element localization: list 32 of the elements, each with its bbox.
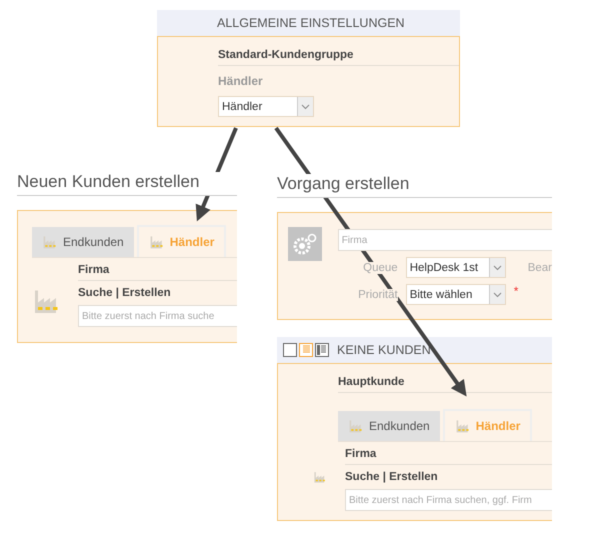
layout-icon[interactable]	[315, 343, 329, 357]
section-header: KEINE KUNDEN	[277, 337, 552, 363]
tab[interactable]: Endkunden	[32, 227, 134, 257]
company-search-field[interactable]: Bitte zuerst nach Firma suchen, ggf. Firm	[345, 489, 552, 511]
current-value: Händler	[218, 74, 264, 88]
factory-icon	[313, 470, 327, 484]
customer-group-select[interactable]: Händler	[218, 96, 314, 117]
layout-icon[interactable]	[283, 343, 297, 357]
gears-icon	[288, 227, 322, 261]
factory-icon	[42, 234, 58, 250]
field-label: Firma	[78, 264, 237, 281]
search-create-label: Suche | Erstellen	[78, 287, 172, 299]
dropdown[interactable]: Bitte wählen	[406, 284, 506, 305]
dropdown[interactable]: HelpDesk 1st	[406, 257, 506, 278]
factory-icon	[454, 418, 471, 434]
page-title: Vorgang erstellen	[277, 174, 552, 198]
section-header: ALLGEMEINE EINSTELLUNGEN	[157, 10, 460, 36]
chevron-icon	[488, 258, 505, 277]
chevron-icon	[488, 285, 505, 304]
search-create-label: Suche | Erstellen	[345, 471, 439, 483]
field-label: Hauptkunde	[338, 376, 552, 393]
required-mark: *	[514, 284, 518, 298]
company-search-field[interactable]: Bitte zuerst nach Firma suche	[78, 305, 237, 327]
tab[interactable]: Endkunden	[338, 411, 440, 441]
field-label: Bear	[528, 262, 552, 274]
field-label: Firma	[345, 448, 552, 465]
page-title: Neuen Kunden erstellen	[17, 172, 237, 196]
factory-icon	[148, 234, 165, 250]
factory-icon	[348, 418, 364, 434]
field-label: Standard-Kundengruppe	[218, 49, 459, 66]
company-field[interactable]: Firma	[338, 229, 552, 251]
chevron-icon	[297, 97, 313, 116]
